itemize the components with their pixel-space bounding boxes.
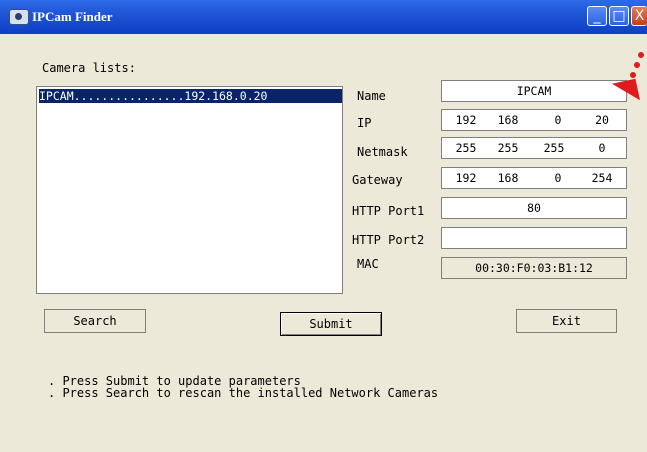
netmask-octet-4[interactable]: 0 [584, 138, 620, 158]
http-port1-label: HTTP Port1 [352, 204, 425, 218]
maximize-button[interactable]: □ [609, 6, 629, 26]
ip-field[interactable]: 192 168 0 20 [441, 109, 627, 131]
netmask-label: Netmask [357, 145, 408, 159]
netmask-octet-3[interactable]: 255 [536, 138, 572, 158]
http-port1-field[interactable]: 80 [441, 197, 627, 219]
camera-listbox[interactable]: IPCAM................192.168.0.20 [36, 86, 343, 294]
list-item[interactable]: IPCAM................192.168.0.20 [39, 89, 342, 103]
ip-label: IP [357, 116, 372, 130]
http-port2-field[interactable] [441, 227, 627, 249]
annotation-dot [634, 62, 640, 68]
ipcam-finder-window: IPCam Finder _ □ X Camera lists: IPCAM..… [0, 0, 647, 452]
gateway-octet-1[interactable]: 192 [448, 168, 484, 188]
netmask-octet-2[interactable]: 255 [490, 138, 526, 158]
arrowhead-icon [611, 78, 641, 106]
help-search-text: . Press Search to rescan the installed N… [48, 386, 439, 400]
gateway-field[interactable]: 192 168 0 254 [441, 167, 627, 189]
mac-label: MAC [357, 257, 379, 271]
camera-icon [9, 9, 29, 25]
netmask-field[interactable]: 255 255 255 0 [441, 137, 627, 159]
annotation-dot [638, 52, 644, 58]
ip-octet-4[interactable]: 20 [584, 110, 620, 130]
ip-octet-1[interactable]: 192 [448, 110, 484, 130]
minimize-button[interactable]: _ [587, 6, 607, 26]
title-bar[interactable]: IPCam Finder _ □ X [0, 0, 647, 34]
window-title: IPCam Finder [32, 9, 113, 24]
mac-field: 00:30:F0:03:B1:12 [441, 257, 627, 279]
close-button[interactable]: X [631, 6, 647, 26]
gateway-octet-4[interactable]: 254 [584, 168, 620, 188]
gateway-octet-3[interactable]: 0 [540, 168, 576, 188]
ip-octet-3[interactable]: 0 [540, 110, 576, 130]
annotation-dot [630, 72, 636, 78]
submit-button[interactable]: Submit [280, 312, 382, 336]
netmask-octet-1[interactable]: 255 [448, 138, 484, 158]
camera-lists-label: Camera lists: [42, 61, 136, 75]
http-port2-label: HTTP Port2 [352, 233, 425, 247]
name-label: Name [357, 89, 386, 103]
exit-button[interactable]: Exit [516, 309, 617, 333]
gateway-octet-2[interactable]: 168 [490, 168, 526, 188]
ip-octet-2[interactable]: 168 [490, 110, 526, 130]
name-field[interactable]: IPCAM [441, 80, 627, 102]
gateway-label: Gateway [352, 173, 403, 187]
search-button[interactable]: Search [44, 309, 146, 333]
